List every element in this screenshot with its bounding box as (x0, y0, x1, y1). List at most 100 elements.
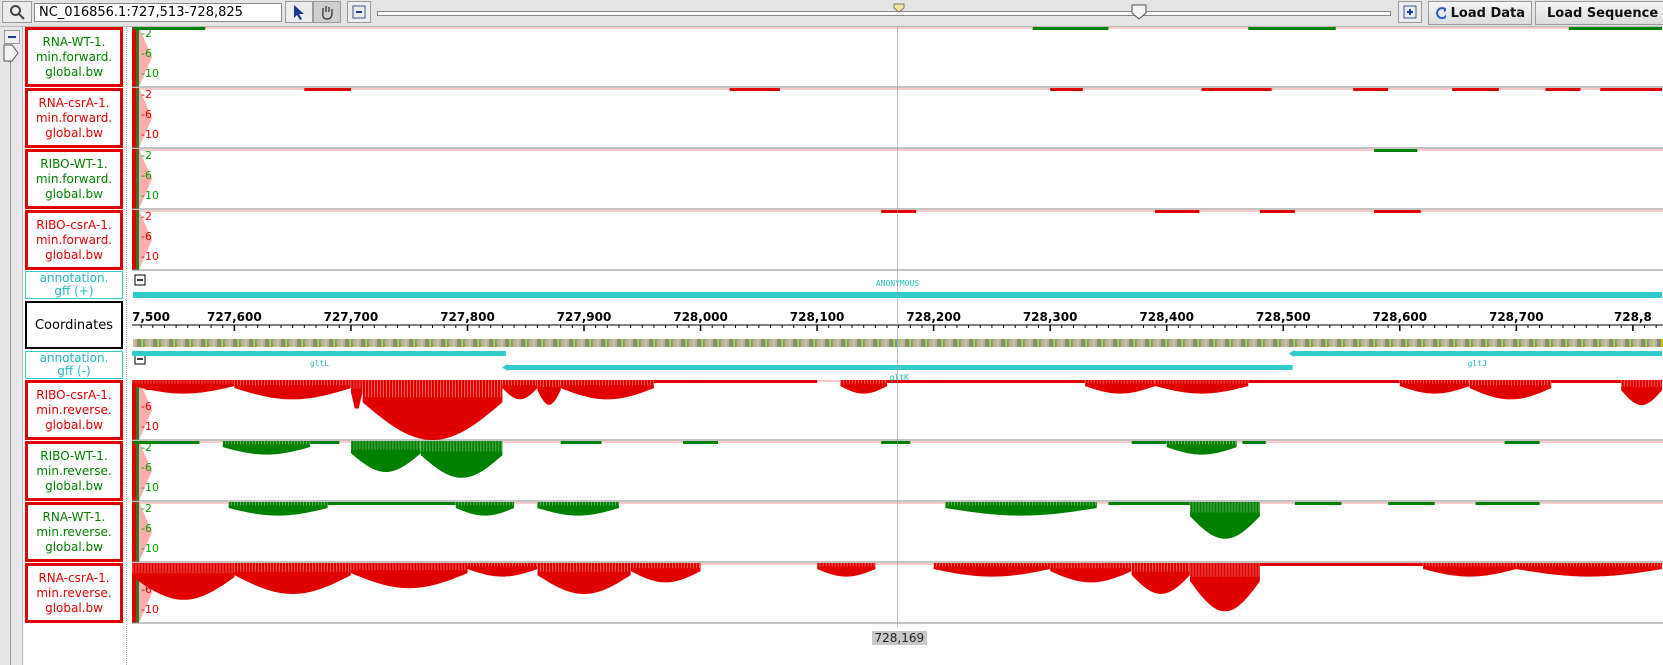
sequence-base (1027, 339, 1029, 347)
sequence-base (1109, 339, 1111, 347)
coverage-bar (1166, 441, 1237, 455)
sequence-base (623, 339, 625, 347)
sequence-base (1369, 339, 1371, 347)
sequence-base (1459, 339, 1461, 347)
sequence-base (951, 339, 953, 347)
track-label-rna-csra-forward[interactable]: RNA-csrA-1. min.forward. global.bw (25, 88, 123, 148)
sequence-base (907, 339, 909, 347)
vertical-zoom-thumb[interactable] (3, 44, 19, 62)
sequence-base (345, 339, 347, 347)
sequence-base (889, 339, 891, 347)
track-label-rna-wt-reverse[interactable]: RNA-WT-1. min.reverse. global.bw (25, 502, 123, 562)
sequence-base (171, 339, 173, 347)
zoom-slider[interactable] (377, 11, 1391, 16)
sequence-base (179, 339, 181, 347)
track-view[interactable]: -2-6-10-2-6-10-2-6-10-2-6-10-2-6-10-2-6-… (132, 27, 1663, 665)
zoom-in-button[interactable] (1398, 1, 1422, 23)
sequence-base (647, 339, 649, 347)
coverage-bar (933, 380, 1086, 383)
sequence-base (1137, 339, 1139, 347)
load-sequence-button[interactable]: Load Sequence (1535, 1, 1663, 25)
select-tool-button[interactable] (285, 1, 313, 23)
sequence-base (837, 339, 839, 347)
sequence-base (1599, 339, 1601, 347)
sequence-base (247, 339, 249, 347)
sequence-base (1051, 339, 1053, 347)
hand-tool-button[interactable] (313, 1, 341, 23)
sequence-base (201, 339, 203, 347)
sequence-base (765, 339, 767, 347)
sequence-base (1443, 339, 1445, 347)
track-label-coordinates[interactable]: Coordinates (25, 301, 123, 349)
sequence-base (1047, 339, 1049, 347)
sequence-base (1165, 339, 1167, 347)
sequence-base (1485, 339, 1487, 347)
sequence-base (1447, 339, 1449, 347)
search-icon (10, 5, 25, 20)
track-label-ribo-csra-reverse[interactable]: RIBO-csrA-1. min.reverse. global.bw (25, 380, 123, 440)
vertical-zoom-track[interactable] (10, 45, 11, 665)
sequence-base (181, 339, 183, 347)
zoom-slider-thumb[interactable] (1131, 4, 1147, 20)
sequence-base (205, 339, 207, 347)
sequence-base (485, 339, 487, 347)
sequence-base (1635, 339, 1637, 347)
sequence-base (435, 339, 437, 347)
sequence-base (1079, 339, 1081, 347)
sequence-base (465, 339, 467, 347)
sequence-base (401, 339, 403, 347)
sequence-base (933, 339, 935, 347)
sequence-base (1417, 339, 1419, 347)
sequence-base (1511, 339, 1513, 347)
tracks-canvas[interactable]: -2-6-10-2-6-10-2-6-10-2-6-10-2-6-10-2-6-… (132, 27, 1663, 665)
sequence-base (287, 339, 289, 347)
sequence-base (1133, 339, 1135, 347)
sequence-base (547, 339, 549, 347)
sequence-base (1373, 339, 1375, 347)
sequence-base (1497, 339, 1499, 347)
sequence-base (575, 339, 577, 347)
sequence-base (1445, 339, 1447, 347)
sequence-base (869, 339, 871, 347)
sequence-base (359, 339, 361, 347)
track-label-ribo-wt-forward[interactable]: RIBO-WT-1. min.forward. global.bw (25, 149, 123, 209)
sequence-base (1587, 339, 1589, 347)
sequence-base (1351, 339, 1353, 347)
track-label-rna-csra-reverse[interactable]: RNA-csrA-1. min.reverse. global.bw (25, 563, 123, 623)
sequence-base (1379, 339, 1381, 347)
locus-input[interactable] (34, 3, 282, 22)
coverage-bar (467, 563, 538, 577)
sequence-base (1271, 339, 1273, 347)
ruler-tick-label: 728,8 (1614, 310, 1652, 324)
load-data-button[interactable]: Load Data (1428, 1, 1532, 25)
track-ramp (132, 149, 136, 209)
sequence-base (1509, 339, 1511, 347)
track-label-annotation-minus[interactable]: annotation. gff (-) (25, 351, 123, 379)
sequence-base (605, 339, 607, 347)
sequence-base (903, 339, 905, 347)
sequence-base (899, 339, 901, 347)
sequence-base (931, 339, 933, 347)
search-button[interactable] (2, 1, 32, 23)
coverage-bar (1516, 563, 1662, 577)
track-label-ribo-csra-forward[interactable]: RIBO-csrA-1. min.forward. global.bw (25, 210, 123, 270)
sequence-base (1655, 339, 1657, 347)
track-label-ribo-wt-reverse[interactable]: RIBO-WT-1. min.reverse. global.bw (25, 441, 123, 501)
track-label-annotation-plus[interactable]: annotation. gff (+) (25, 271, 123, 299)
sequence-base (1341, 339, 1343, 347)
sequence-base (1361, 339, 1363, 347)
ruler-tick-label: 728,700 (1489, 310, 1544, 324)
zoom-out-button[interactable] (347, 1, 371, 23)
sequence-base (1329, 339, 1331, 347)
track-label-rna-wt-forward[interactable]: RNA-WT-1. min.forward. global.bw (25, 27, 123, 87)
sequence-base (807, 339, 809, 347)
vertical-zoom-out-button[interactable] (4, 30, 20, 44)
sequence-base (515, 339, 517, 347)
sequence-base (1015, 339, 1017, 347)
sequence-base (1561, 339, 1563, 347)
sequence-base (1043, 339, 1045, 347)
sequence-base (637, 339, 639, 347)
sequence-base (1189, 339, 1191, 347)
sequence-base (715, 339, 717, 347)
sequence-base (1311, 339, 1313, 347)
